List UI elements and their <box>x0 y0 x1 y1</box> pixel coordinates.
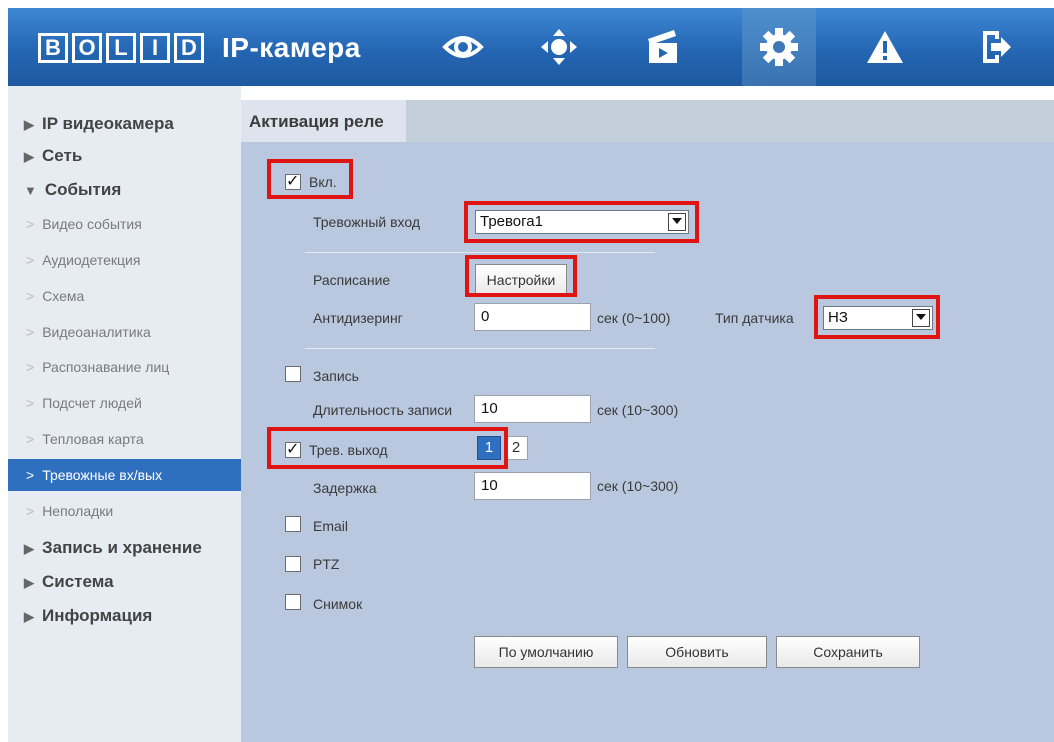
ptz-checkbox[interactable] <box>285 556 301 572</box>
sidebar-section-events[interactable]: ▼ События <box>24 180 121 200</box>
bolid-logo: BOLID <box>38 33 204 63</box>
ptz-button[interactable] <box>522 8 596 86</box>
sidebar-section-recording-storage[interactable]: ▶ Запись и хранение <box>24 538 202 558</box>
sidebar: ▶ IP видеокамера ▶ Сеть ▼ События > Видео со… <box>8 86 241 742</box>
divider <box>305 252 655 253</box>
tab-relay-activation[interactable]: Активация реле <box>241 100 406 142</box>
sidebar-section-system[interactable]: ▶ Система <box>24 572 114 592</box>
tab-bar: Активация реле <box>241 100 1054 142</box>
highlight-frame <box>814 295 940 339</box>
sidebar-item-alarm-io[interactable]: > Тревожные вх/вых <box>8 459 241 491</box>
sidebar-section-information[interactable]: ▶ Информация <box>24 606 152 626</box>
record-duration-label: Длительность записи <box>313 402 453 418</box>
alarm-icon <box>867 31 903 63</box>
logout-button[interactable] <box>958 8 1032 86</box>
logout-icon <box>983 31 1011 63</box>
delay-unit: сек (10~300) <box>597 478 679 494</box>
record-duration-input[interactable]: 10 <box>474 395 591 423</box>
brand-logo: BOLID IP-камера <box>38 32 361 64</box>
sidebar-item-face-recognition[interactable]: > Распознавание лиц <box>26 359 169 375</box>
playback-icon <box>648 30 677 63</box>
schedule-label: Расписание <box>313 272 391 288</box>
divider <box>305 348 655 349</box>
alarm-input-label: Тревожный вход <box>313 214 421 230</box>
email-label: Email <box>313 518 349 534</box>
playback-button[interactable] <box>626 8 700 86</box>
alarm-button[interactable] <box>848 8 922 86</box>
gear-icon <box>760 28 798 66</box>
settings-button[interactable] <box>742 8 816 86</box>
live-view-button[interactable] <box>426 8 500 86</box>
sidebar-section-ip-camera[interactable]: ▶ IP видеокамера <box>24 114 174 134</box>
highlight-frame <box>267 159 353 199</box>
sidebar-item-heat-map[interactable]: > Тепловая карта <box>26 431 144 447</box>
debounce-unit: сек (0~100) <box>597 310 671 326</box>
sidebar-item-audio-detection[interactable]: > Аудиодетекция <box>26 252 140 268</box>
top-navbar: BOLID IP-камера <box>8 8 1054 86</box>
sensor-type-label: Тип датчика <box>715 310 794 326</box>
highlight-frame <box>465 255 577 297</box>
sidebar-item-faults[interactable]: > Неполадки <box>26 503 113 519</box>
delay-input[interactable]: 10 <box>474 472 591 500</box>
ptz-icon <box>541 29 577 65</box>
save-button[interactable]: Сохранить <box>776 636 920 668</box>
default-button[interactable]: По умолчанию <box>474 636 618 668</box>
snapshot-checkbox[interactable] <box>285 594 301 610</box>
sidebar-item-video-analytics[interactable]: > Видеоаналитика <box>26 324 151 340</box>
app-title: IP-камера <box>222 32 361 63</box>
sidebar-item-people-counting[interactable]: > Подсчет людей <box>26 395 142 411</box>
refresh-button[interactable]: Обновить <box>627 636 767 668</box>
ptz-label: PTZ <box>313 556 340 572</box>
delay-label: Задержка <box>313 480 377 496</box>
highlight-frame <box>267 427 508 469</box>
debounce-label: Антидизеринг <box>313 310 403 326</box>
highlight-frame <box>464 201 699 243</box>
record-duration-unit: сек (10~300) <box>597 402 679 418</box>
record-label: Запись <box>313 368 359 384</box>
sidebar-section-network[interactable]: ▶ Сеть <box>24 146 82 166</box>
eye-icon <box>442 36 484 58</box>
debounce-input[interactable]: 0 <box>474 303 591 331</box>
relay-activation-panel: Вкл. Тревожный вход Тревога1 Расписание … <box>241 142 1054 742</box>
sidebar-item-scheme[interactable]: > Схема <box>26 288 84 304</box>
sidebar-item-video-events[interactable]: > Видео события <box>26 216 142 232</box>
snapshot-label: Снимок <box>313 596 363 612</box>
email-checkbox[interactable] <box>285 516 301 532</box>
record-checkbox[interactable] <box>285 366 301 382</box>
